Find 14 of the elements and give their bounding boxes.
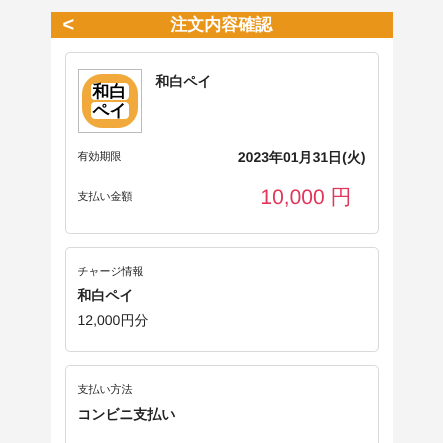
price-value: 10,000 円: [260, 184, 352, 210]
logo-text: 和白: [90, 82, 128, 100]
payment-method: コンビニ支払い: [78, 405, 176, 424]
row-label: 支払い金額: [78, 190, 132, 205]
charge-name: 和白ペイ: [78, 286, 134, 304]
product-name: 和白ペイ: [156, 72, 212, 90]
charge-amount: 12,000円分: [78, 310, 148, 330]
section-heading: チャージ情報: [78, 265, 144, 280]
page-title: 注文内容確認: [170, 14, 272, 36]
row-label: 有効期限: [78, 150, 122, 165]
section-heading: 支払い方法: [78, 382, 132, 398]
back-button[interactable]: <: [58, 10, 78, 40]
date-value: 2023年01月31日(火): [238, 148, 366, 167]
logo-text: ペイ: [90, 102, 128, 118]
